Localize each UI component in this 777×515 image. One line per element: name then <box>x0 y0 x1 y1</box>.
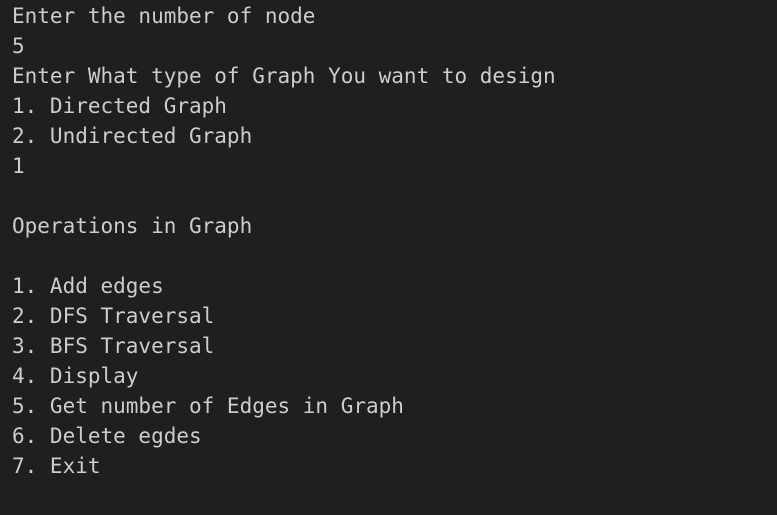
menu-item-delete-edges: 6. Delete egdes <box>12 424 202 448</box>
menu-item-get-number-of-edges: 5. Get number of Edges in Graph <box>12 394 404 418</box>
input-graph-type: 1 <box>12 154 25 178</box>
prompt-graph-type: Enter What type of Graph You want to des… <box>12 64 556 88</box>
input-number-of-nodes: 5 <box>12 34 25 58</box>
operations-heading: Operations in Graph <box>12 214 253 238</box>
prompt-number-of-nodes: Enter the number of node <box>12 4 316 28</box>
terminal-output[interactable]: Enter the number of node 5 Enter What ty… <box>0 0 777 515</box>
menu-item-display: 4. Display <box>12 364 139 388</box>
menu-item-add-edges: 1. Add edges <box>12 274 164 298</box>
option-directed-graph: 1. Directed Graph <box>12 94 227 118</box>
option-undirected-graph: 2. Undirected Graph <box>12 124 253 148</box>
menu-item-dfs-traversal: 2. DFS Traversal <box>12 304 215 328</box>
menu-item-bfs-traversal: 3. BFS Traversal <box>12 334 215 358</box>
menu-item-exit: 7. Exit <box>12 454 101 478</box>
